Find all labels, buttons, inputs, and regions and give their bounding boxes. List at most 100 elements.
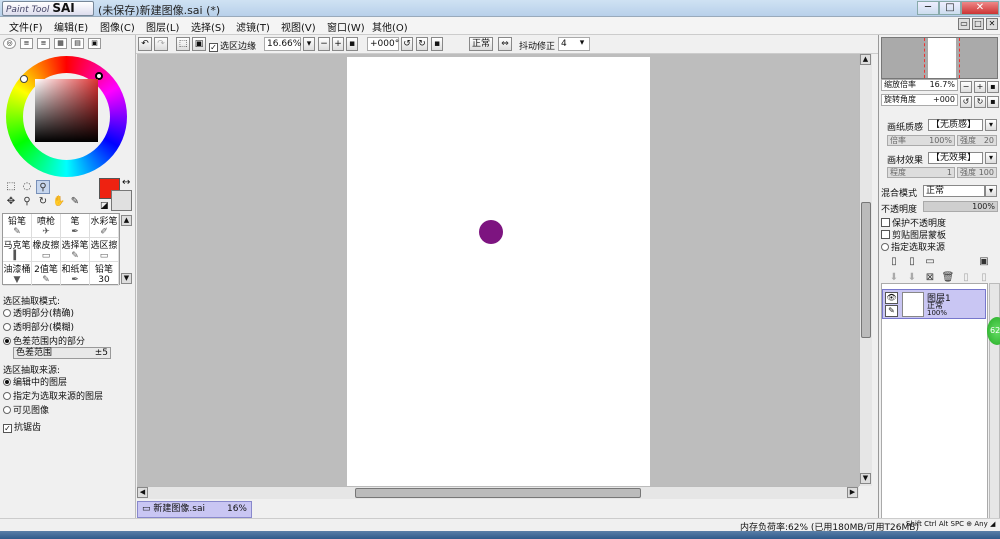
rotate-reset-icon[interactable]: ▪ bbox=[431, 37, 443, 51]
mode-option-color-range[interactable]: 色差范围内的部分 bbox=[3, 334, 85, 347]
horizontal-scroll-thumb[interactable] bbox=[355, 488, 641, 498]
canvas-paper[interactable] bbox=[347, 57, 650, 486]
nav-rotate-reset-icon[interactable]: ▪ bbox=[987, 96, 999, 108]
source-option-designated-layer[interactable]: 指定为选取来源的图层 bbox=[3, 389, 103, 402]
zoom-dropdown-icon[interactable]: ▾ bbox=[303, 37, 315, 51]
color-range-slider[interactable]: 色差范围 ±5 bbox=[13, 347, 111, 359]
menu-other[interactable]: 其他(O) bbox=[372, 19, 408, 34]
undo-icon[interactable]: ↶ bbox=[138, 37, 152, 51]
brush-lock-icon[interactable]: ✎ bbox=[885, 305, 898, 317]
blend-mode-button[interactable]: 正常 bbox=[469, 37, 493, 51]
move-icon[interactable]: ✥ bbox=[4, 195, 18, 209]
brush-eraser[interactable]: 橡皮擦 ▭ bbox=[32, 238, 61, 262]
brush-select-pen[interactable]: 选择笔 ✎ bbox=[61, 238, 90, 262]
zoom-field[interactable]: 16.66% bbox=[264, 37, 301, 51]
zoom-reset-icon[interactable]: ▪ bbox=[346, 37, 358, 51]
angle-slider[interactable]: 旋转角度 +000 bbox=[881, 94, 958, 106]
stabilizer-dropdown-icon[interactable]: ▾ bbox=[576, 37, 588, 51]
deselect-icon[interactable]: ⬚ bbox=[176, 37, 190, 51]
layer-mask-icon[interactable]: ▣ bbox=[977, 255, 991, 269]
menu-layer[interactable]: 图层(L) bbox=[146, 19, 179, 34]
mode-option-fuzzy[interactable]: 透明部分(模糊) bbox=[3, 320, 74, 333]
layer-row[interactable]: 👁 ✎ 图层1 正常 100% bbox=[882, 289, 986, 319]
select-source-checkbox[interactable]: 指定选取来源 bbox=[881, 240, 945, 253]
brush-select-eraser[interactable]: 选区擦 ▭ bbox=[90, 238, 119, 262]
paper-texture-dropdown-icon[interactable]: ▾ bbox=[985, 119, 997, 131]
flip-icon[interactable]: ⇔ bbox=[498, 37, 512, 51]
hsv-slider-tab-icon[interactable]: ≡ bbox=[37, 38, 50, 49]
nav-zoom-out-icon[interactable]: − bbox=[960, 81, 972, 93]
lasso-icon[interactable]: ◌ bbox=[20, 180, 34, 194]
doc-close-button[interactable]: ✕ bbox=[986, 18, 998, 30]
brush-bucket[interactable]: 油漆桶 ▼ bbox=[3, 262, 32, 286]
document-tab[interactable]: ▭ 新建图像.sai 16% bbox=[137, 501, 252, 518]
horizontal-scrollbar[interactable]: ◀ ▶ bbox=[137, 486, 859, 499]
menu-file[interactable]: 文件(F) bbox=[9, 19, 43, 34]
blend-mode-select[interactable]: 正常 bbox=[923, 185, 985, 197]
maximize-button[interactable]: □ bbox=[939, 1, 961, 15]
scroll-down-icon[interactable]: ▼ bbox=[860, 473, 871, 484]
select-edge-checkbox[interactable]: ✓ 选区边缘 bbox=[209, 39, 256, 52]
eyedropper-icon[interactable]: ✎ bbox=[68, 195, 82, 209]
effect-strength-slider[interactable]: 强度 100 bbox=[957, 167, 997, 178]
scroll-left-icon[interactable]: ◀ bbox=[137, 487, 148, 498]
swap-colors-icon[interactable]: ↔ bbox=[122, 177, 130, 188]
brush-pen[interactable]: 笔 ✒ bbox=[61, 214, 90, 238]
zoom-icon[interactable]: ⚲ bbox=[20, 195, 34, 209]
menu-window[interactable]: 窗口(W) bbox=[327, 19, 365, 34]
nav-rotate-left-icon[interactable]: ↺ bbox=[960, 96, 972, 108]
minimize-button[interactable]: ─ bbox=[917, 1, 939, 15]
scroll-right-icon[interactable]: ▶ bbox=[847, 487, 858, 498]
vertical-scrollbar[interactable]: ▲ ▼ bbox=[859, 54, 872, 486]
nav-rotate-right-icon[interactable]: ↻ bbox=[974, 96, 986, 108]
brush-pencil30[interactable]: 铅笔30✎ bbox=[90, 262, 119, 286]
menu-edit[interactable]: 编辑(E) bbox=[54, 19, 88, 34]
invert-selection-icon[interactable]: ▣ bbox=[192, 37, 206, 51]
navigator-viewport[interactable] bbox=[924, 38, 960, 78]
redo-icon[interactable]: ↷ bbox=[154, 37, 168, 51]
swatches-tab-icon[interactable]: ▤ bbox=[71, 38, 84, 49]
texture-strength-slider[interactable]: 强度 20 bbox=[957, 135, 997, 146]
rotation-field[interactable]: +000° bbox=[367, 37, 399, 51]
brush-watercolor[interactable]: 水彩笔 ✐ bbox=[90, 214, 119, 238]
hand-icon[interactable]: ✋ bbox=[52, 195, 66, 209]
close-window-button[interactable]: ✕ bbox=[961, 1, 999, 15]
sv-marker[interactable] bbox=[20, 75, 28, 83]
nav-zoom-reset-icon[interactable]: ▪ bbox=[987, 81, 999, 93]
brush-pencil[interactable]: 铅笔 ✎ bbox=[3, 214, 32, 238]
effect-select[interactable]: 【无效果】 bbox=[928, 152, 983, 164]
brush-scroll-up-icon[interactable]: ▲ bbox=[121, 215, 132, 226]
scratchpad-tab-icon[interactable]: ▣ bbox=[88, 38, 101, 49]
visibility-eye-icon[interactable]: 👁 bbox=[885, 292, 898, 304]
menu-view[interactable]: 视图(V) bbox=[281, 19, 316, 34]
navigator-preview[interactable] bbox=[881, 37, 998, 79]
zoom-slider[interactable]: 缩放倍率 16.7% bbox=[881, 79, 958, 91]
new-layer-icon[interactable]: ▯ bbox=[887, 255, 901, 269]
transparent-color-icon[interactable]: ◪ bbox=[100, 201, 109, 211]
new-folder-icon[interactable]: ▭ bbox=[923, 255, 937, 269]
rgb-slider-tab-icon[interactable]: ≡ bbox=[20, 38, 33, 49]
vertical-scroll-thumb[interactable] bbox=[861, 202, 871, 338]
menu-filter[interactable]: 滤镜(T) bbox=[236, 19, 270, 34]
brush-scroll-down-icon[interactable]: ▼ bbox=[121, 273, 132, 284]
brush-washi-pen[interactable]: 和纸笔 ✒ bbox=[61, 262, 90, 286]
magic-wand-icon[interactable]: ⚲ bbox=[36, 180, 50, 194]
effect-dropdown-icon[interactable]: ▾ bbox=[985, 152, 997, 164]
brush-airbrush[interactable]: 喷枪 ✈ bbox=[32, 214, 61, 238]
sub-color-swatch[interactable] bbox=[111, 190, 132, 211]
saturation-value-square[interactable] bbox=[35, 79, 98, 142]
rotate-left-icon[interactable]: ↺ bbox=[401, 37, 413, 51]
zoom-out-icon[interactable]: − bbox=[318, 37, 330, 51]
doc-restore-button[interactable]: ▭ bbox=[958, 18, 970, 30]
rotate-icon[interactable]: ↻ bbox=[36, 195, 50, 209]
source-option-editing-layer[interactable]: 编辑中的图层 bbox=[3, 375, 67, 388]
rect-select-icon[interactable]: ⬚ bbox=[4, 180, 18, 194]
source-option-visible-image[interactable]: 可见图像 bbox=[3, 403, 49, 416]
canvas-area[interactable] bbox=[137, 54, 859, 486]
texture-rate-slider[interactable]: 倍率 100% bbox=[887, 135, 955, 146]
rotate-right-icon[interactable]: ↻ bbox=[416, 37, 428, 51]
nav-zoom-in-icon[interactable]: + bbox=[974, 81, 986, 93]
menu-image[interactable]: 图像(C) bbox=[100, 19, 135, 34]
scroll-up-icon[interactable]: ▲ bbox=[860, 54, 871, 65]
doc-maximize-button[interactable]: □ bbox=[972, 18, 984, 30]
